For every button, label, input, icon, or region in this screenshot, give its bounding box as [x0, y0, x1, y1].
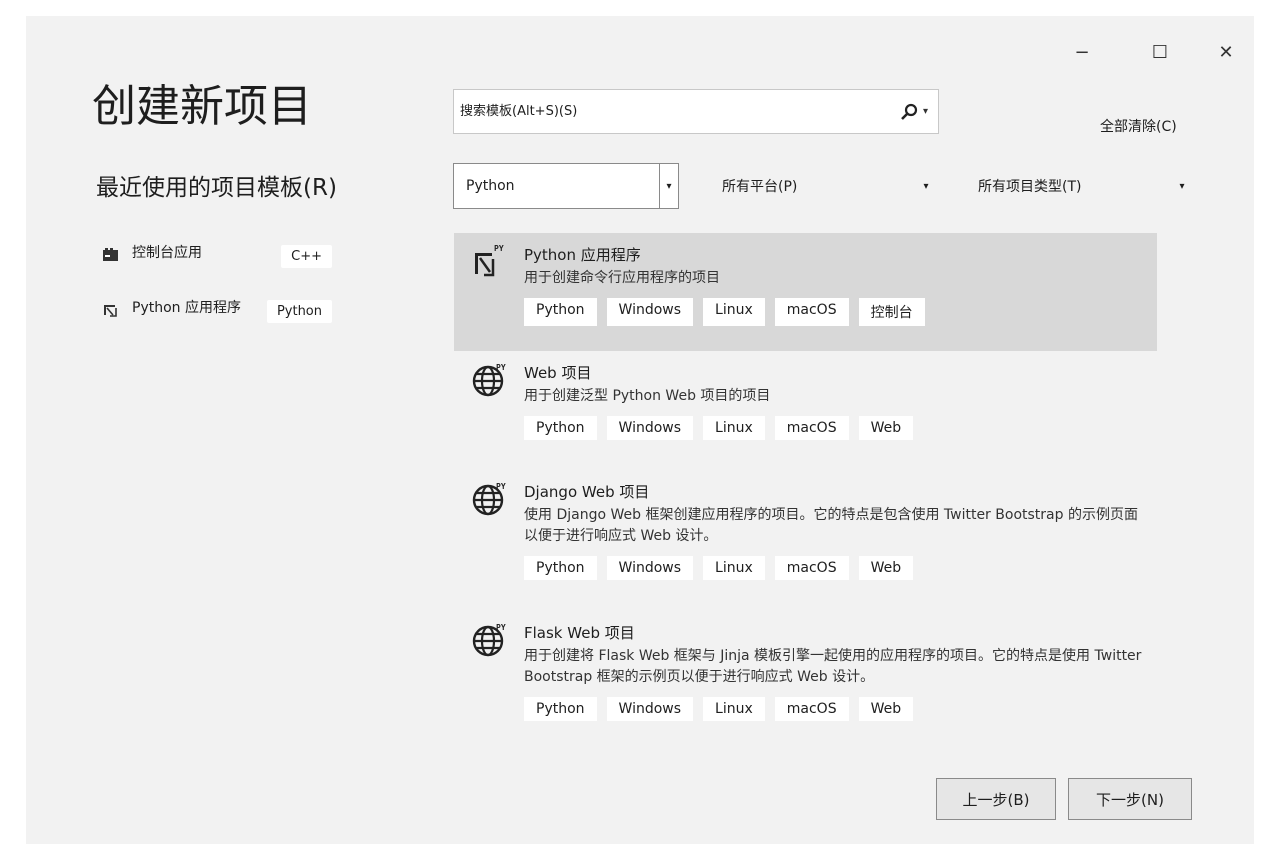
python-web-icon: PY [472, 623, 506, 657]
back-button[interactable]: 上一步(B) [936, 778, 1056, 820]
language-filter-value: Python [466, 178, 515, 194]
clear-all-link[interactable]: 全部清除(C) [1100, 116, 1177, 136]
tag: Linux [703, 298, 765, 326]
tag: Python [524, 416, 597, 440]
tag: Linux [703, 416, 765, 440]
create-project-dialog: − ☐ ✕ 创建新项目 最近使用的项目模板(R) 控制台应用 C++ Pytho… [26, 16, 1254, 844]
template-tags: Python Windows Linux macOS Web [524, 556, 1157, 580]
template-tags: Python Windows Linux macOS Web [524, 416, 1157, 440]
python-web-icon: PY [472, 482, 506, 516]
next-button[interactable]: 下一步(N) [1068, 778, 1192, 820]
recent-item-label: 控制台应用 [132, 245, 202, 261]
template-description: 使用 Django Web 框架创建应用程序的项目。它的特点是包含使用 Twit… [524, 507, 1138, 544]
template-tags: Python Windows Linux macOS Web [524, 697, 1157, 721]
chevron-down-icon[interactable]: ▾ [659, 164, 678, 208]
recent-item-tag: C++ [281, 245, 332, 268]
template-description: 用于创建泛型 Python Web 项目的项目 [524, 388, 771, 404]
template-django-web-project[interactable]: PY Django Web 项目 使用 Django Web 框架创建应用程序的… [454, 470, 1157, 610]
minimize-button[interactable]: − [1068, 38, 1096, 66]
tag: Windows [606, 416, 694, 440]
svg-text:PY: PY [496, 482, 506, 491]
chevron-down-icon: ▾ [1179, 180, 1185, 192]
recent-item-python-app[interactable]: Python 应用程序 Python [102, 300, 332, 323]
tag: Windows [606, 697, 694, 721]
tag: Python [524, 697, 597, 721]
search-dropdown-icon[interactable]: ▾ [923, 106, 928, 117]
template-description: 用于创建将 Flask Web 框架与 Jinja 模板引擎一起使用的应用程序的… [524, 648, 1142, 685]
tag: 控制台 [858, 298, 925, 326]
template-web-project[interactable]: PY Web 项目 用于创建泛型 Python Web 项目的项目 Python… [454, 351, 1157, 467]
tag: Linux [703, 697, 765, 721]
tag: macOS [774, 416, 849, 440]
tag: macOS [774, 697, 849, 721]
recent-item-label: Python 应用程序 [132, 300, 241, 316]
svg-text:PY: PY [496, 363, 506, 372]
maximize-button[interactable]: ☐ [1146, 38, 1174, 66]
svg-text:PY: PY [494, 244, 504, 253]
template-name: Python 应用程序 [524, 246, 641, 264]
template-name: Web 项目 [524, 364, 592, 382]
search-icon[interactable] [899, 102, 919, 122]
recent-item-console-app[interactable]: 控制台应用 C++ [102, 245, 332, 268]
platform-filter-value: 所有平台(P) [722, 179, 798, 195]
template-tags: Python Windows Linux macOS 控制台 [524, 298, 1157, 326]
tag: macOS [774, 556, 849, 580]
template-name: Flask Web 项目 [524, 624, 635, 642]
platform-filter-dropdown[interactable]: 所有平台(P) ▾ [710, 163, 936, 209]
search-box: ▾ [453, 89, 939, 134]
tag: macOS [774, 298, 849, 326]
tag: Web [858, 556, 914, 580]
tag: Windows [606, 298, 694, 326]
close-button[interactable]: ✕ [1212, 38, 1240, 66]
tag: Linux [703, 556, 765, 580]
recent-templates-heading: 最近使用的项目模板(R) [96, 175, 337, 201]
tag: Web [858, 416, 914, 440]
tag: Web [858, 697, 914, 721]
tag: Windows [606, 556, 694, 580]
python-app-icon [104, 305, 117, 317]
console-app-icon [103, 248, 118, 261]
template-name: Django Web 项目 [524, 483, 650, 501]
template-description: 用于创建命令行应用程序的项目 [524, 270, 720, 286]
template-flask-web-project[interactable]: PY Flask Web 项目 用于创建将 Flask Web 框架与 Jinj… [454, 611, 1157, 751]
python-web-icon: PY [472, 363, 506, 397]
project-type-filter-dropdown[interactable]: 所有项目类型(T) ▾ [966, 163, 1192, 209]
search-input[interactable] [454, 89, 899, 134]
chevron-down-icon: ▾ [923, 180, 929, 192]
tag: Python [524, 556, 597, 580]
python-console-icon: PY [475, 244, 504, 277]
project-type-filter-value: 所有项目类型(T) [978, 179, 1082, 195]
recent-item-tag: Python [266, 300, 332, 323]
page-title: 创建新项目 [92, 81, 312, 132]
svg-text:PY: PY [496, 623, 506, 632]
tag: Python [524, 298, 597, 326]
template-python-app[interactable]: PY Python 应用程序 用于创建命令行应用程序的项目 Python Win… [454, 233, 1157, 351]
language-filter-dropdown[interactable]: Python ▾ [453, 163, 679, 209]
